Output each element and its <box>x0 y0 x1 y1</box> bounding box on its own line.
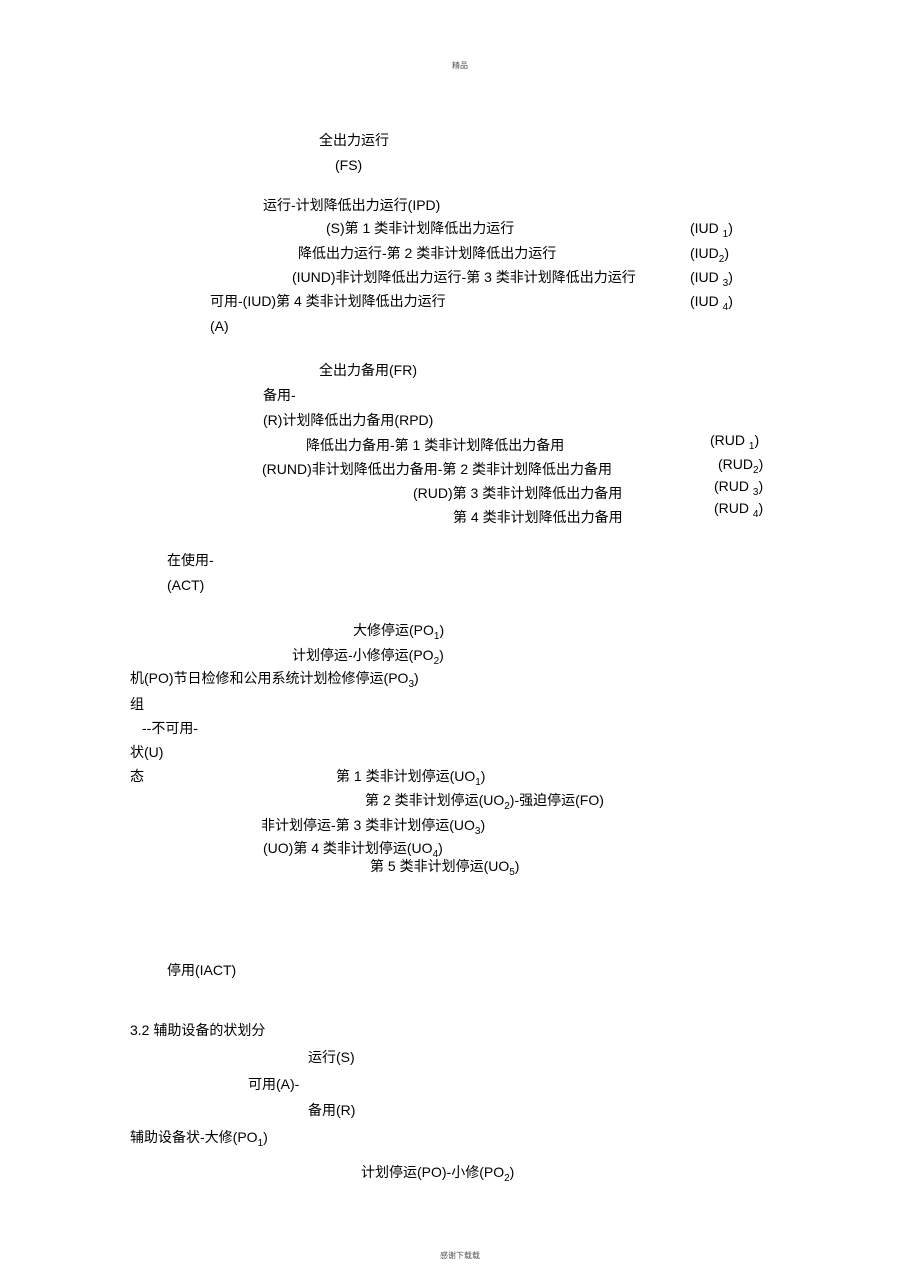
rud2-code: (RUD2) <box>718 454 763 478</box>
iud1-code: (IUD 1) <box>690 218 733 242</box>
page-footer-tiny: 感谢下载载 <box>0 1250 920 1262</box>
fs-title: 全出力运行 <box>319 130 389 152</box>
uo1-line: 第 1 类非计划停运(UO1) <box>336 766 485 790</box>
rud4-line: 第 4 类非计划降低出力备用 <box>453 507 623 529</box>
uo5-line: 第 5 类非计划停运(UO5) <box>370 856 519 880</box>
inuse-label: 在使用- <box>167 550 214 572</box>
fs-code: (FS) <box>335 155 362 177</box>
ipd-line: 运行-计划降低出力运行(IPD) <box>263 195 440 217</box>
tai-char: 态 <box>130 766 144 788</box>
a-iud-line: 可用-(IUD)第 4 类非计划降低出力运行 <box>210 291 446 313</box>
iact-line: 停用(IACT) <box>167 960 236 982</box>
aux-po1: 辅助设备状-大修(PO1) <box>130 1127 268 1151</box>
aux-run: 运行(S) <box>308 1047 355 1069</box>
page-header-tiny: 精品 <box>0 60 920 72</box>
a-code: (A) <box>210 316 229 338</box>
rud3-line: (RUD)第 3 类非计划降低出力备用 <box>413 483 622 505</box>
iud4-code: (IUD 4) <box>690 291 733 315</box>
degrade2-line: 降低出力运行-第 2 类非计划降低出力运行 <box>298 243 556 265</box>
act-code: (ACT) <box>167 575 204 597</box>
zhuang-u: 状(U) <box>130 742 163 764</box>
iund-line: (IUND)非计划降低出力运行-第 3 类非计划降低出力运行 <box>292 267 636 289</box>
rud-deg1: 降低出力备用-第 1 类非计划降低出力备用 <box>306 435 564 457</box>
uo3-line: 非计划停运-第 3 类非计划停运(UO3) <box>261 815 485 839</box>
fr-line: 全出力备用(FR) <box>319 360 417 382</box>
iud3-code: (IUD 3) <box>690 267 733 291</box>
na-line: --不可用- <box>142 718 198 740</box>
po1-line: 大修停运(PO1) <box>353 620 444 644</box>
rud3-code: (RUD 3) <box>714 476 763 500</box>
rud1-code: (RUD 1) <box>710 430 759 454</box>
document-page: 精品 全出力运行 (FS) 运行-计划降低出力运行(IPD) (S)第 1 类非… <box>0 0 920 1280</box>
rpd-line: (R)计划降低出力备用(RPD) <box>263 410 433 432</box>
aux-po2: 计划停运(PO)-小修(PO2) <box>361 1162 514 1186</box>
aux-avail: 可用(A)- <box>248 1074 299 1096</box>
iud2-code: (IUD2) <box>690 243 729 267</box>
uo2-line: 第 2 类非计划停运(UO2)-强迫停运(FO) <box>365 790 604 814</box>
rud4-code: (RUD 4) <box>714 498 763 522</box>
zu-char: 组 <box>130 694 144 716</box>
po3-line: 机(PO)节日检修和公用系统计划检修停运(PO3) <box>130 668 419 692</box>
s-line: (S)第 1 类非计划降低出力运行 <box>326 218 514 240</box>
section-3-2-title: 3.2 辅助设备的状划分 <box>130 1020 265 1042</box>
rund-line: (RUND)非计划降低出力备用-第 2 类非计划降低出力备用 <box>262 459 612 481</box>
reserve-label: 备用- <box>263 385 296 407</box>
po2-line: 计划停运-小修停运(PO2) <box>292 645 444 669</box>
aux-reserve: 备用(R) <box>308 1100 355 1122</box>
